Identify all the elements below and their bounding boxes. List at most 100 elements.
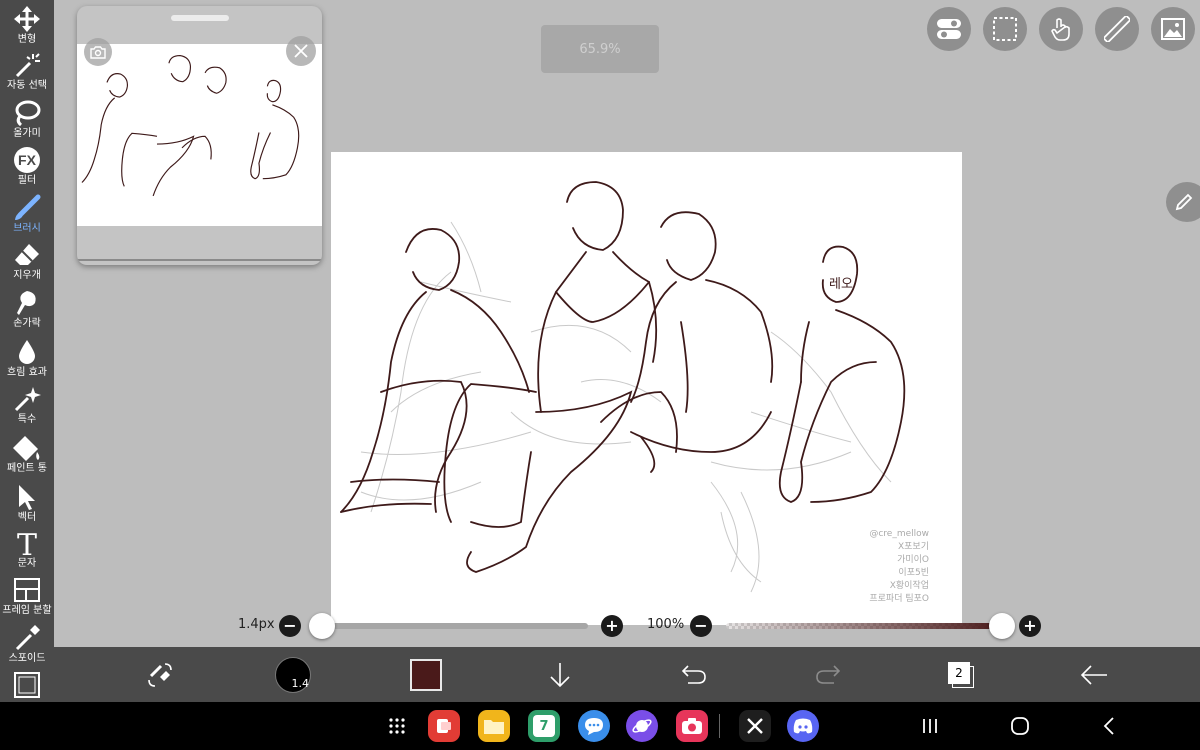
brush-icon	[12, 193, 42, 223]
tool-text[interactable]: T 문자	[0, 528, 54, 570]
eraser-icon	[13, 240, 41, 270]
app-camera[interactable]	[676, 710, 708, 742]
calendar-icon: 7	[533, 715, 555, 737]
tool-brush[interactable]: 브러시	[0, 193, 54, 235]
x-logo-icon	[747, 718, 763, 734]
redo-icon	[816, 664, 841, 684]
side-pen-button[interactable]	[1166, 182, 1200, 222]
brush-size-slider-thumb[interactable]	[309, 613, 335, 639]
tool-magic-wand[interactable]: 자동 선택	[0, 50, 54, 92]
system-back-button[interactable]	[1098, 714, 1122, 738]
tool-label: 변형	[17, 34, 37, 45]
ruler-button[interactable]	[1095, 7, 1139, 51]
app-internet[interactable]	[626, 710, 658, 742]
app-my-files[interactable]	[478, 710, 510, 742]
paint-bucket-icon	[12, 433, 42, 463]
app-flipaclip[interactable]	[428, 710, 460, 742]
recents-icon	[923, 719, 937, 733]
tool-vector[interactable]: 벡터	[0, 482, 54, 524]
opacity-slider-thumb[interactable]	[989, 613, 1015, 639]
brush-size-badge: 1.4	[291, 676, 310, 690]
tool-label: 프레임 분할	[2, 605, 52, 616]
tool-transform[interactable]: 변형	[0, 4, 54, 46]
down-arrow-button[interactable]	[544, 647, 576, 702]
brush-size-preview-circle: 1.4	[275, 656, 311, 693]
grid-dots-icon	[389, 718, 405, 734]
app-drawer-button[interactable]	[383, 712, 411, 740]
move-arrows-icon	[13, 4, 41, 34]
drawing-canvas[interactable]: 레오 @cre_mellow X포보기 가미이O 이포5빈 X황이작업 프로파더…	[331, 152, 962, 625]
tool-label: 지우개	[13, 270, 41, 281]
opacity-slider-track[interactable]	[726, 623, 1002, 629]
tool-eyedropper[interactable]: 스포이드	[0, 623, 54, 665]
tool-blur[interactable]: 흐림 효과	[0, 337, 54, 379]
chat-bubble-icon	[585, 718, 603, 735]
ruler-icon	[1104, 16, 1130, 42]
zoom-level-indicator: 65.9%	[541, 25, 659, 73]
gallery-button[interactable]	[1151, 7, 1195, 51]
close-icon[interactable]	[286, 36, 316, 66]
finger-icon	[13, 288, 41, 318]
layers-icon: 2	[948, 661, 974, 688]
tool-filter[interactable]: FX 필터	[0, 145, 54, 187]
arrow-left-icon	[1080, 664, 1107, 685]
tool-lasso[interactable]: 올가미	[0, 98, 54, 140]
navigator-drag-handle[interactable]	[171, 15, 229, 21]
dashed-selection-icon	[993, 17, 1017, 41]
flip-app-icon	[437, 719, 451, 733]
brush-size-increase-button[interactable]: +	[601, 615, 623, 637]
discord-icon	[793, 718, 813, 734]
back-button[interactable]	[1078, 647, 1110, 702]
current-color-swatch	[410, 658, 442, 691]
camera-icon[interactable]	[84, 38, 112, 66]
tool-label: 스포이드	[8, 653, 46, 664]
sparkle-wand-icon	[12, 384, 42, 414]
selection-button[interactable]	[983, 7, 1027, 51]
watermark-line: 가미이O	[897, 554, 929, 565]
tool-label: 브러시	[13, 223, 41, 234]
left-toolbar: 변형 자동 선택 올가미 FX 필터 브러시 지우개 손가락 흐림 효과 특수 …	[0, 0, 54, 702]
gesture-button[interactable]	[1039, 7, 1083, 51]
watermark-line: @cre_mellow	[869, 529, 929, 539]
tool-smudge[interactable]: 손가락	[0, 288, 54, 330]
watermark-line: 프로파더 팀포O	[869, 592, 929, 604]
opacity-increase-button[interactable]: +	[1019, 615, 1041, 637]
app-calendar[interactable]: 7	[528, 710, 560, 742]
toggle-settings-button[interactable]	[927, 7, 971, 51]
layers-button[interactable]: 2	[944, 647, 978, 702]
watermark-line: X황이작업	[890, 580, 929, 591]
color-picker-button[interactable]	[408, 647, 444, 702]
tool-canvas[interactable]	[0, 670, 54, 700]
app-discord[interactable]	[787, 710, 819, 742]
navigator-panel[interactable]	[77, 6, 322, 265]
tool-label: 올가미	[13, 128, 41, 139]
app-x[interactable]	[739, 710, 771, 742]
tool-paint-bucket[interactable]: 페인트 통	[0, 433, 54, 475]
brush-size-slider-track[interactable]	[322, 623, 588, 629]
tool-frame-divider[interactable]: 프레임 분할	[0, 575, 54, 617]
bottom-toolbar: 1.4 2	[54, 647, 1200, 702]
frame-divider-icon	[13, 575, 41, 605]
canvas-square-icon	[13, 670, 41, 700]
hand-tap-icon	[1051, 18, 1070, 41]
fx-icon: FX	[13, 145, 41, 175]
folder-icon	[484, 720, 504, 734]
navigator-preview[interactable]	[77, 44, 322, 226]
pencil-icon	[1175, 193, 1193, 211]
brush-size-decrease-button[interactable]: −	[279, 615, 301, 637]
brush-size-preview-button[interactable]: 1.4	[273, 647, 313, 702]
sketch-drawing: 레오 @cre_mellow X포보기 가미이O 이포5빈 X황이작업 프로파더…	[340, 181, 929, 604]
text-t-icon: T	[13, 528, 41, 558]
undo-button[interactable]	[678, 647, 710, 702]
tool-special[interactable]: 특수	[0, 384, 54, 426]
swap-tool-button[interactable]	[140, 647, 180, 702]
home-button[interactable]	[1008, 714, 1032, 738]
opacity-decrease-button[interactable]: −	[690, 615, 712, 637]
undo-icon	[681, 664, 706, 684]
tool-eraser[interactable]: 지우개	[0, 240, 54, 282]
watermark-line: X포보기	[898, 541, 929, 552]
tool-label: 흐림 효과	[7, 367, 47, 378]
app-messages[interactable]	[578, 710, 610, 742]
recent-apps-button[interactable]	[918, 714, 942, 738]
redo-button[interactable]	[812, 647, 844, 702]
